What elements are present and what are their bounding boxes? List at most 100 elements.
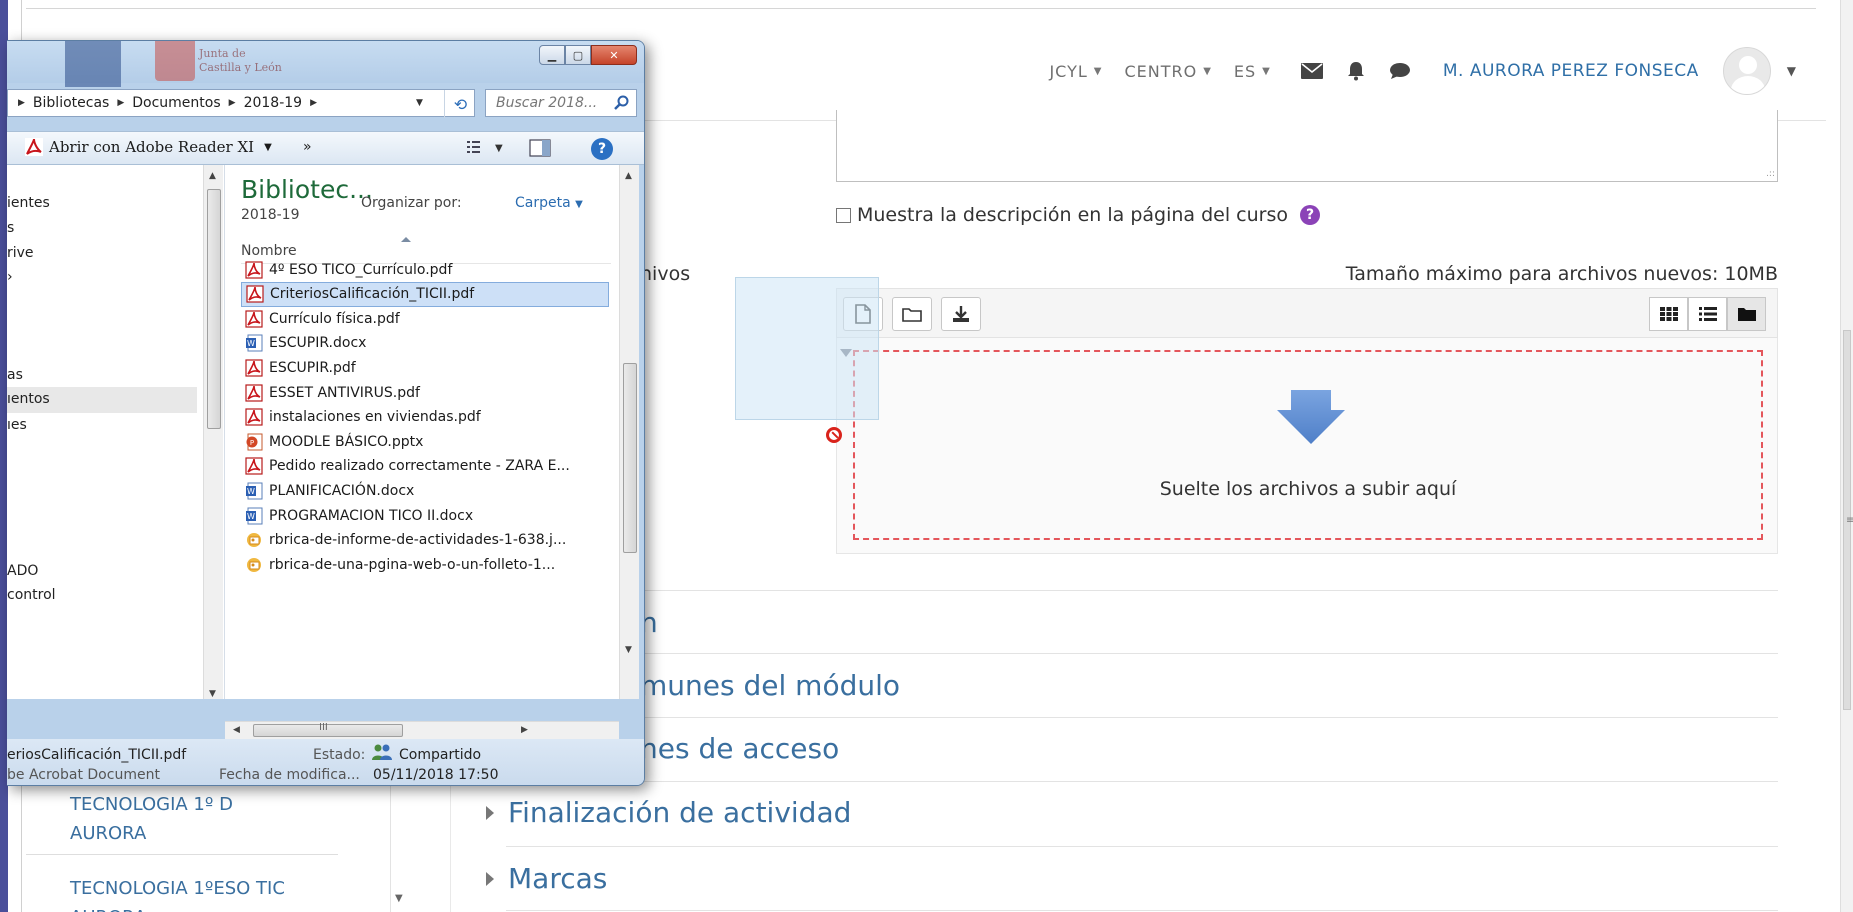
nav-item[interactable]: as (7, 367, 23, 383)
avatar[interactable] (1722, 47, 1771, 95)
pdf-file-icon (245, 383, 269, 402)
address-bar[interactable]: ▶ Bibliotecas ▶ Documentos ▶ 2018-19 ▶ ▼… (7, 89, 476, 118)
nav-item[interactable]: control (7, 587, 56, 599)
help-button[interactable]: ? (591, 138, 613, 160)
file-row[interactable]: W PROGRAMACION TICO II.docx (241, 503, 609, 528)
file-list-pane: Bibliotec... 2018-19 Organizar por: Carp… (225, 165, 639, 699)
nav-item[interactable]: rive (7, 245, 34, 261)
create-folder-button[interactable] (892, 297, 932, 331)
pdf-file-icon (245, 359, 269, 377)
file-list-hscrollbar-thumb[interactable] (253, 724, 403, 737)
breadcrumb-arrow-icon[interactable]: ▶ (229, 98, 236, 108)
scroll-right-icon[interactable]: ▶ (521, 725, 528, 735)
file-row[interactable]: rbrica-de-una-pgina-web-o-un-folleto-1..… (241, 552, 609, 577)
maximize-button[interactable]: ▢ (565, 45, 591, 65)
file-row[interactable]: ESSET ANTIVIRUS.pdf (241, 380, 609, 405)
breadcrumb-item[interactable]: Bibliotecas (33, 95, 109, 111)
change-view-icon[interactable] (467, 140, 487, 156)
nav-item[interactable]: ientes (7, 195, 50, 211)
view-tree-button[interactable] (1727, 297, 1766, 331)
close-button[interactable]: ✕ (591, 45, 637, 65)
chat-bubble-icon[interactable] (1389, 60, 1411, 82)
nav-item[interactable]: s (7, 220, 14, 236)
search-input[interactable]: Buscar 2018... (485, 89, 637, 117)
nav-item[interactable]: ıes (7, 417, 27, 433)
file-list-hscrollbar[interactable]: III ◀ ▶ (225, 721, 619, 739)
jcyl-menu[interactable]: JCYL ▼ (1049, 62, 1102, 81)
view-icons-button[interactable] (1649, 297, 1688, 331)
file-row[interactable]: Pedido realizado correctamente - ZARA E.… (241, 454, 609, 479)
breadcrumb-arrow-icon[interactable]: ▶ (117, 98, 124, 108)
file-explorer-window[interactable]: Junta de Castilla y León ▁ ▢ ✕ ▶ Bibliote… (7, 40, 645, 786)
scroll-up-icon[interactable]: ▲ (209, 171, 216, 181)
preview-pane-icon[interactable] (529, 139, 551, 157)
explorer-title-bar[interactable]: Junta de Castilla y León ▁ ▢ ✕ (7, 41, 644, 87)
section-activity-completion[interactable]: Finalización de actividad (486, 796, 851, 829)
file-row[interactable]: 4º ESO TICO_Currículo.pdf (241, 257, 609, 282)
breadcrumb-item[interactable]: 2018-19 (244, 95, 303, 111)
file-row[interactable]: W ESCUPIR.docx (241, 331, 609, 356)
section-tags[interactable]: Marcas (486, 862, 607, 895)
section-common-label: munes del módulo (640, 669, 900, 702)
envelope-icon[interactable] (1300, 60, 1323, 82)
sidebar-course-tecnologia-1eso-tic[interactable]: TECNOLOGIA 1ºESO TIC AURORA (26, 866, 338, 912)
breadcrumb-arrow-icon[interactable]: ▶ (310, 98, 317, 108)
bell-icon[interactable] (1345, 60, 1367, 82)
file-row[interactable]: rbrica-de-informe-de-actividades-1-638.j… (241, 528, 609, 553)
nav-item[interactable]: ADO (7, 563, 38, 579)
view-options: ▼ (467, 139, 551, 157)
no-drop-cursor-icon (826, 427, 842, 443)
scroll-down-icon[interactable]: ▼ (625, 645, 632, 655)
centro-menu[interactable]: CENTRO ▼ (1124, 62, 1211, 81)
breadcrumb-item[interactable]: Documentos (132, 95, 220, 111)
download-all-button[interactable] (941, 297, 981, 331)
file-row[interactable]: CriteriosCalificación_TICII.pdf (241, 281, 609, 307)
section-divider (506, 846, 1778, 847)
show-description-checkbox[interactable] (836, 207, 851, 223)
view-list-button[interactable] (1688, 297, 1727, 331)
section-common-module-settings[interactable]: munes del módulo (640, 669, 900, 702)
page-scrollbar[interactable] (1840, 0, 1853, 912)
filepicker-area: Suelte los archivos a subir aquí (836, 338, 1778, 554)
file-row[interactable]: W PLANIFICACIÓN.docx (241, 478, 609, 503)
details-modified-value: 05/11/2018 17:50 (373, 767, 499, 783)
file-list-vscrollbar[interactable] (619, 165, 639, 699)
minimize-button[interactable]: ▁ (539, 45, 565, 65)
list-icon (1698, 307, 1717, 321)
arrange-by-dropdown[interactable]: Carpeta ▼ (515, 195, 583, 211)
user-menu-caret-icon[interactable]: ▼ (1787, 64, 1796, 78)
scroll-down-icon[interactable]: ▼ (209, 689, 216, 699)
refresh-icon[interactable]: ⟲ (444, 90, 476, 118)
file-name: Currículo física.pdf (269, 310, 400, 327)
dropdown-arrow-icon[interactable]: ▼ (264, 142, 272, 153)
file-row[interactable]: P MOODLE BÁSICO.pptx (241, 429, 609, 454)
scroll-up-icon[interactable]: ▲ (625, 171, 632, 181)
file-list-vscrollbar-thumb[interactable] (623, 363, 637, 553)
sidebar-course-tecnologia-1d[interactable]: TECNOLOGIA 1º D AURORA (26, 782, 338, 856)
section-access-restrictions[interactable]: nes de acceso (640, 732, 839, 765)
user-name-link[interactable]: M. AURORA PEREZ FONSECA (1443, 61, 1699, 81)
language-menu[interactable]: ES ▼ (1234, 62, 1271, 81)
help-icon[interactable]: ? (1300, 205, 1320, 225)
nav-item[interactable]: › (7, 269, 13, 285)
dropdown-arrow-icon: ▼ (575, 199, 583, 210)
file-dropzone[interactable]: Suelte los archivos a subir aquí (853, 350, 1763, 540)
file-row[interactable]: Currículo física.pdf (241, 306, 609, 331)
dropzone-text: Suelte los archivos a subir aquí (1159, 478, 1457, 500)
file-row[interactable]: instalaciones en viviendas.pdf (241, 405, 609, 430)
file-name: 4º ESO TICO_Currículo.pdf (269, 261, 453, 278)
nav-item-documents[interactable]: ıentos (7, 387, 197, 413)
more-commands-button[interactable]: » (303, 139, 312, 155)
view-dropdown-icon[interactable]: ▼ (495, 143, 503, 154)
navigation-scrollbar[interactable] (203, 165, 223, 699)
scroll-left-icon[interactable]: ◀ (233, 725, 240, 735)
address-dropdown-icon[interactable]: ▼ (416, 98, 423, 108)
window-controls: ▁ ▢ ✕ (539, 45, 637, 65)
file-row[interactable]: ESCUPIR.pdf (241, 355, 609, 380)
resize-grip-icon[interactable]: .:: (1766, 169, 1775, 179)
drop-arrow-icon (1277, 390, 1345, 444)
navigation-scrollbar-thumb[interactable] (207, 189, 221, 429)
open-with-adobe-button[interactable]: Abrir con Adobe Reader XI ▼ (25, 138, 272, 156)
sidebar-scroll-down-icon[interactable]: ▼ (395, 893, 403, 904)
description-textarea[interactable]: .:: (836, 110, 1778, 182)
